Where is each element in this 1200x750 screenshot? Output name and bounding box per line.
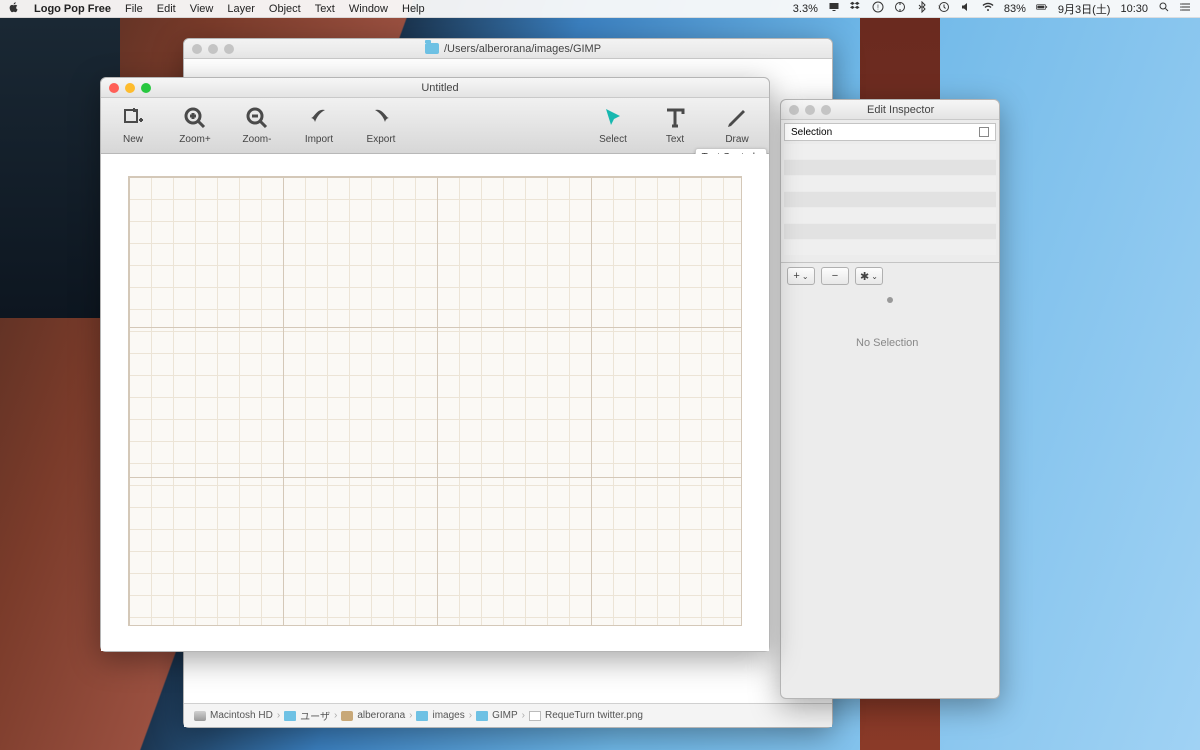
menu-layer[interactable]: Layer xyxy=(227,3,255,15)
path-seg-5[interactable]: RequeTurn twitter.png xyxy=(545,710,643,721)
path-seg-1[interactable]: ユーザ xyxy=(300,708,330,723)
export-button[interactable]: Export xyxy=(359,104,403,145)
canvas-area[interactable] xyxy=(101,154,769,651)
select-tool-button[interactable]: Select xyxy=(591,104,635,145)
menu-view[interactable]: View xyxy=(190,3,214,15)
spotlight-icon[interactable] xyxy=(1158,1,1170,16)
cursor-icon xyxy=(601,104,625,132)
sync-icon[interactable] xyxy=(894,1,906,16)
close-icon[interactable] xyxy=(192,44,202,54)
pencil-icon xyxy=(725,104,749,132)
finder-title: /Users/alberorana/images/GIMP xyxy=(444,43,601,55)
finder-titlebar[interactable]: /Users/alberorana/images/GIMP xyxy=(184,39,832,59)
bluetooth-icon[interactable] xyxy=(916,1,928,16)
new-button[interactable]: New xyxy=(111,104,155,145)
info-icon[interactable]: ! xyxy=(872,1,884,16)
remove-button[interactable]: − xyxy=(821,267,849,285)
export-icon xyxy=(369,104,393,132)
time[interactable]: 10:30 xyxy=(1120,3,1148,15)
menu-help[interactable]: Help xyxy=(402,3,425,15)
text-tool-button[interactable]: Text xyxy=(653,104,697,145)
settings-dropdown-button[interactable]: ✱ ⌄ xyxy=(855,267,883,285)
screenshare-icon[interactable] xyxy=(828,1,840,16)
no-selection-label: No Selection xyxy=(856,337,918,349)
inspector-window[interactable]: Edit Inspector Selection + ⌄ − ✱ ⌄ xyxy=(780,99,1000,699)
folder-icon xyxy=(476,711,488,721)
image-file-icon xyxy=(529,711,541,721)
inspector-property-list xyxy=(784,144,996,255)
draw-tool-button[interactable]: Draw xyxy=(715,104,759,145)
menubar: Logo Pop Free File Edit View Layer Objec… xyxy=(0,0,1200,18)
app-name[interactable]: Logo Pop Free xyxy=(34,3,111,15)
menu-edit[interactable]: Edit xyxy=(157,3,176,15)
svg-text:!: ! xyxy=(877,5,879,12)
path-seg-2[interactable]: alberorana xyxy=(357,710,405,721)
import-button[interactable]: Import xyxy=(297,104,341,145)
notification-center-icon[interactable] xyxy=(1180,1,1192,16)
path-seg-3[interactable]: images xyxy=(432,710,464,721)
menu-window[interactable]: Window xyxy=(349,3,388,15)
folder-icon xyxy=(425,43,439,54)
new-doc-icon xyxy=(121,104,145,132)
selection-label: Selection xyxy=(791,127,832,138)
battery-icon[interactable] xyxy=(1036,1,1048,16)
date[interactable]: 9月3日(土) xyxy=(1058,1,1111,17)
zoom-out-button[interactable]: Zoom- xyxy=(235,104,279,145)
path-seg-0[interactable]: Macintosh HD xyxy=(210,710,273,721)
home-icon xyxy=(341,711,353,721)
add-dropdown-button[interactable]: + ⌄ xyxy=(787,267,815,285)
close-icon[interactable] xyxy=(789,105,799,115)
text-icon xyxy=(663,104,687,132)
apple-menu-icon[interactable] xyxy=(8,1,20,16)
close-icon[interactable] xyxy=(109,83,119,93)
cpu-percent: 3.3% xyxy=(793,3,818,15)
disk-icon xyxy=(194,711,206,721)
minimize-icon[interactable] xyxy=(805,105,815,115)
editor-window[interactable]: Untitled New Zoom+ Zoom- Import Export xyxy=(100,77,770,652)
editor-titlebar[interactable]: Untitled xyxy=(101,78,769,98)
folder-icon xyxy=(416,711,428,721)
path-seg-4[interactable]: GIMP xyxy=(492,710,518,721)
canvas-grid[interactable] xyxy=(128,176,742,626)
volume-icon[interactable] xyxy=(960,1,972,16)
zoom-out-icon xyxy=(245,104,269,132)
inspector-selection-row[interactable]: Selection xyxy=(784,123,996,141)
selection-toggle-icon[interactable] xyxy=(979,127,989,137)
zoom-icon[interactable] xyxy=(821,105,831,115)
finder-pathbar[interactable]: Macintosh HD› ユーザ› alberorana› images› G… xyxy=(184,703,832,727)
inspector-titlebar[interactable]: Edit Inspector xyxy=(781,100,999,120)
battery-percent: 83% xyxy=(1004,3,1026,15)
editor-toolbar: New Zoom+ Zoom- Import Export Selec xyxy=(101,98,769,154)
wifi-icon[interactable] xyxy=(982,1,994,16)
menu-file[interactable]: File xyxy=(125,3,143,15)
import-icon xyxy=(307,104,331,132)
folder-icon xyxy=(284,711,296,721)
editor-title: Untitled xyxy=(119,82,761,94)
menu-text[interactable]: Text xyxy=(315,3,335,15)
timemachine-icon[interactable] xyxy=(938,1,950,16)
menu-object[interactable]: Object xyxy=(269,3,301,15)
zoom-in-button[interactable]: Zoom+ xyxy=(173,104,217,145)
zoom-in-icon xyxy=(183,104,207,132)
dropbox-icon[interactable] xyxy=(850,1,862,16)
inspector-title: Edit Inspector xyxy=(867,104,934,116)
